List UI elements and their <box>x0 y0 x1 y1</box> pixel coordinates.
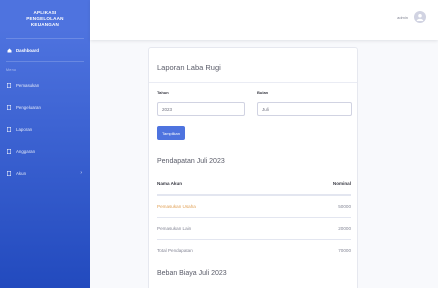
month-select[interactable]: Juli <box>257 102 352 116</box>
table-row: Pemasukan Lain 20000 <box>157 217 351 239</box>
sidebar-item-label: Akun <box>16 170 27 176</box>
sidebar-item-label: Pemasukan <box>16 82 40 88</box>
sidebar-item-anggaran[interactable]: Anggaran <box>0 140 90 162</box>
brand-line-3: KEUANGAN <box>30 22 60 27</box>
sidebar-item-label: Anggaran <box>16 148 36 154</box>
sidebar-item-pemasukan[interactable]: Pemasukan <box>0 74 90 96</box>
file-icon <box>6 126 12 132</box>
chevron-right-icon: › <box>80 170 82 176</box>
expense-section-title: Beban Biaya Juli 2023 <box>157 270 227 277</box>
file-icon <box>6 82 12 88</box>
income-table-header: Nama Akun Nominal <box>157 173 351 195</box>
file-icon <box>6 104 12 110</box>
dashboard-icon <box>6 47 12 53</box>
show-report-button[interactable]: Tampilkan <box>157 126 185 140</box>
sidebar-item-label: Pengeluaran <box>16 104 41 110</box>
amount-cell: 50000 <box>338 204 351 209</box>
sidebar-item-dashboard[interactable]: Dashboard <box>0 39 90 61</box>
sidebar-item-label: Laporan <box>16 126 33 132</box>
file-icon <box>6 170 12 176</box>
table-row: Pemasukan Usaha 50000 <box>157 195 351 217</box>
report-card: Laporan Laba Rugi Tahun 2023 Bulan Juli … <box>148 47 358 288</box>
total-amount: 70000 <box>338 248 351 253</box>
month-label: Bulan <box>257 90 269 95</box>
total-label: Total Pendapatan <box>157 248 193 253</box>
page-title: Laporan Laba Rugi <box>157 63 221 72</box>
income-section-title: Pendapatan Juli 2023 <box>157 158 225 165</box>
user-name: admin <box>397 14 408 20</box>
sidebar-item-akun[interactable]: Akun › <box>0 162 90 184</box>
file-icon <box>6 148 12 154</box>
col-amount: Nominal <box>332 181 351 186</box>
amount-cell: 20000 <box>338 226 351 231</box>
user-menu[interactable]: admin <box>397 11 426 23</box>
account-link[interactable]: Pemasukan Usaha <box>157 204 196 209</box>
year-field[interactable]: 2023 <box>157 102 245 116</box>
year-label: Tahun <box>157 90 169 95</box>
sidebar-brand[interactable]: APLIKASI PENGELOLAAN KEUANGAN <box>0 0 90 38</box>
account-name: Pemasukan Lain <box>157 226 192 231</box>
user-icon <box>416 14 424 21</box>
sidebar-item-laporan[interactable]: Laporan <box>0 118 90 140</box>
sidebar: APLIKASI PENGELOLAAN KEUANGAN Dashboard … <box>0 0 90 288</box>
col-account-name: Nama Akun <box>157 181 183 186</box>
sidebar-item-label: Dashboard <box>16 47 39 53</box>
topbar: admin <box>90 0 438 40</box>
avatar[interactable] <box>414 11 426 23</box>
sidebar-item-pengeluaran[interactable]: Pengeluaran <box>0 96 90 118</box>
card-divider <box>149 82 357 83</box>
table-row: Total Pendapatan 70000 <box>157 239 351 261</box>
sidebar-heading: Menu <box>6 68 17 72</box>
